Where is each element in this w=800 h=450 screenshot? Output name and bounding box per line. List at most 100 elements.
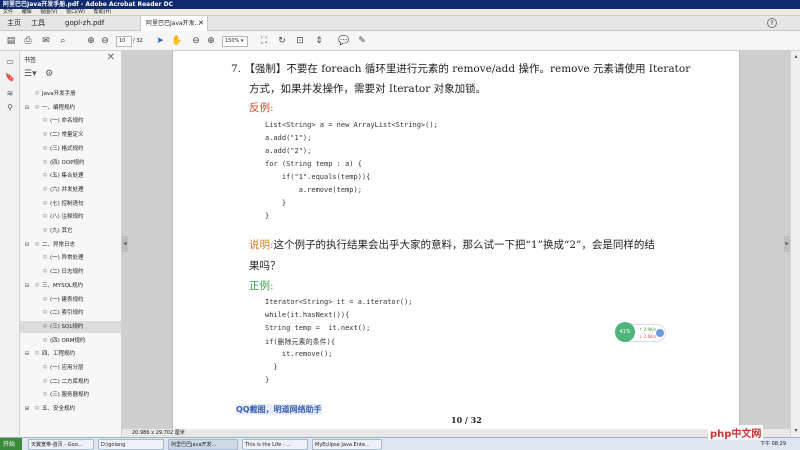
- zoom-select[interactable]: 150% ▾: [222, 36, 248, 47]
- bookmark-item[interactable]: ⊟ ⌑ 四、工程规约: [20, 348, 121, 360]
- bookmark-page-icon: ⌑: [43, 118, 47, 125]
- bookmark-item[interactable]: ⌑ (三) SQL规约: [20, 320, 121, 333]
- positive-code-line: while(it.hasNext()){: [265, 311, 350, 319]
- task-music[interactable]: This is the Life - ...: [242, 439, 308, 450]
- search-icon[interactable]: ⌕: [57, 35, 69, 47]
- rule-line-1: 7. 【强制】不要在 foreach 循环里进行元素的 remove/add 操…: [231, 61, 690, 76]
- bookmark-label: (一) 建表规约: [50, 296, 84, 303]
- mail-icon[interactable]: ✉: [40, 35, 52, 47]
- fit-page-icon[interactable]: ⛶: [258, 35, 270, 47]
- bookmark-icon[interactable]: 🔖: [4, 73, 16, 85]
- bookmark-item[interactable]: ⌑ (一) 应用分层: [20, 362, 121, 374]
- bookmark-item[interactable]: ⊟ ⌑ 一、编程规约: [20, 102, 121, 114]
- print-icon[interactable]: ⎙: [22, 35, 34, 47]
- rotate-icon[interactable]: ↻: [276, 35, 288, 47]
- positive-code-line: Iterator<String> it = a.iterator();: [265, 298, 413, 306]
- hand-tool-icon[interactable]: ✋: [171, 35, 183, 47]
- bookmark-item[interactable]: ⌑ (二) 日志规约: [20, 266, 121, 278]
- note-text-1: 这个例子的执行结果会出乎大家的意料，那么试一下把“1”换成“2”，会是同样的结: [273, 239, 655, 251]
- bookmark-item[interactable]: ⌑ (一) 命名规约: [20, 115, 121, 127]
- bookmark-item[interactable]: ⌑ (六) 并发处理: [20, 184, 121, 196]
- comment-icon[interactable]: 💬: [338, 35, 350, 47]
- bookmark-label: (四) ORM规约: [50, 337, 86, 344]
- collapse-left-icon[interactable]: ◂: [122, 236, 128, 252]
- bookmark-label: 二、异常日志: [42, 241, 76, 248]
- task-explorer[interactable]: D:\golang: [98, 439, 164, 450]
- bookmark-item[interactable]: ⌑ (八) 注释规约: [20, 211, 121, 223]
- full-screen-icon[interactable]: ⊡: [294, 35, 306, 47]
- close-icon[interactable]: ✕: [107, 52, 115, 63]
- start-button[interactable]: 开始: [0, 438, 22, 450]
- zoom-out-icon[interactable]: ⊖: [190, 35, 202, 47]
- bookmark-item[interactable]: ⌑ (九) 其它: [20, 225, 121, 237]
- bookmark-label: (八) 注释规约: [50, 214, 84, 221]
- tab-alibaba[interactable]: 阿里巴巴Java开发... ✕: [140, 16, 208, 31]
- bookmark-item[interactable]: ⌑ (四) OOP规约: [20, 157, 121, 169]
- net-up: ↑ 2.9K/s: [639, 327, 657, 332]
- bookmark-item[interactable]: ⌑ (一) 建表规约: [20, 294, 121, 306]
- vertical-scrollbar[interactable]: ▴ ▾: [790, 51, 800, 437]
- bookmark-item[interactable]: ⌑ (一) 异常处理: [20, 252, 121, 264]
- bookmark-options-icon[interactable]: ☰▾ ⚙: [24, 69, 53, 79]
- bookmark-item[interactable]: ⌑ (七) 控制语句: [20, 198, 121, 210]
- attachment-icon[interactable]: ⚲: [4, 103, 16, 115]
- task-myeclipse[interactable]: MyEclipse Java Ente...: [312, 439, 382, 450]
- bookmark-item[interactable]: ⌑ (二) 二方库规约: [20, 376, 121, 388]
- tab-home[interactable]: 主页: [2, 16, 26, 31]
- scroll-mode-icon[interactable]: ⇕: [313, 35, 325, 47]
- counter-code-line: if("1".equals(temp)){: [265, 173, 371, 181]
- expand-toggle-icon[interactable]: ⊟: [24, 239, 30, 251]
- menu-view[interactable]: 视图(V): [40, 9, 57, 15]
- tab-gopl[interactable]: gopl-zh.pdf: [60, 16, 138, 31]
- tab-tools[interactable]: 工具: [26, 16, 50, 31]
- help-icon[interactable]: ?: [767, 18, 777, 28]
- expand-toggle-icon[interactable]: ⊞: [24, 403, 30, 415]
- expand-toggle-icon[interactable]: ⊟: [24, 280, 30, 292]
- bookmark-item[interactable]: ⌑ (五) 集合处理: [20, 170, 121, 182]
- save-icon[interactable]: ▤: [5, 35, 17, 47]
- page-down-icon[interactable]: ⊖: [99, 35, 111, 47]
- page-up-icon[interactable]: ⊕: [85, 35, 97, 47]
- positive-example-label: 正例:: [249, 280, 274, 292]
- bookmark-label: Java开发手册: [42, 91, 76, 97]
- bookmark-item[interactable]: ⊟ ⌑ 三、MYSQL规约: [20, 280, 121, 292]
- page-number-input[interactable]: 10: [116, 36, 132, 47]
- task-acrobat[interactable]: 阿里巴巴Java开发...: [168, 439, 238, 450]
- bookmark-page-icon: ⌑: [43, 269, 47, 276]
- bookmark-item[interactable]: ⌑ (三) 服务器规约: [20, 389, 121, 401]
- pages-icon[interactable]: ▭: [4, 57, 16, 69]
- bookmark-label: (二) 二方库规约: [50, 378, 90, 385]
- layers-icon[interactable]: ≋: [4, 89, 16, 101]
- scroll-down-icon[interactable]: ▾: [792, 427, 800, 435]
- menu-help[interactable]: 帮助(H): [94, 9, 112, 15]
- scroll-up-icon[interactable]: ▴: [792, 53, 800, 61]
- expand-toggle-icon[interactable]: ⊟: [24, 348, 30, 360]
- net-down-value: 2.6K/s: [643, 334, 657, 339]
- bookmark-label: (九) 其它: [50, 228, 73, 234]
- bookmark-item[interactable]: ⌑ (二) 索引规约: [20, 307, 121, 319]
- bookmark-item[interactable]: ⊟ ⌑ 二、异常日志: [20, 239, 121, 251]
- menu-window[interactable]: 窗口(W): [66, 9, 85, 15]
- positive-code-line: it.remove();: [265, 350, 333, 358]
- network-speed-widget[interactable]: 41% ↑ 2.9K/s ↓ 2.6K/s: [615, 322, 666, 342]
- pen-icon[interactable]: ✎: [356, 35, 368, 47]
- zoom-in-icon[interactable]: ⊕: [205, 35, 217, 47]
- task-browser[interactable]: 天翼宽带-首页 - Goo...: [28, 439, 94, 450]
- bookmark-item[interactable]: ⌑ (四) ORM规约: [20, 335, 121, 347]
- expand-toggle-icon[interactable]: ⊟: [24, 102, 30, 114]
- bookmark-item[interactable]: ⌑ (三) 格式规约: [20, 143, 121, 155]
- bookmark-label: (七) 控制语句: [50, 200, 84, 207]
- bookmark-item[interactable]: ⌑ (二) 常量定义: [20, 129, 121, 141]
- bookmark-item[interactable]: ⌑ Java开发手册: [20, 88, 121, 100]
- menu-file[interactable]: 文件: [3, 9, 13, 15]
- page-size-text: 20.986 x 29.702 厘米: [132, 430, 185, 436]
- select-tool-icon[interactable]: ➤: [154, 35, 166, 47]
- note-line-2: 果吗？: [249, 260, 281, 272]
- close-icon[interactable]: ✕: [198, 16, 204, 31]
- bookmark-page-icon: ⌑: [43, 132, 47, 139]
- tab-bar: 主页 工具 gopl-zh.pdf 阿里巴巴Java开发... ✕ ?: [0, 16, 800, 31]
- menu-edit[interactable]: 编辑: [22, 9, 32, 15]
- net-up-value: 2.9K/s: [643, 327, 657, 332]
- bookmark-item[interactable]: ⊞ ⌑ 五、安全规约: [20, 403, 121, 415]
- bookmark-page-icon: ⌑: [43, 337, 47, 344]
